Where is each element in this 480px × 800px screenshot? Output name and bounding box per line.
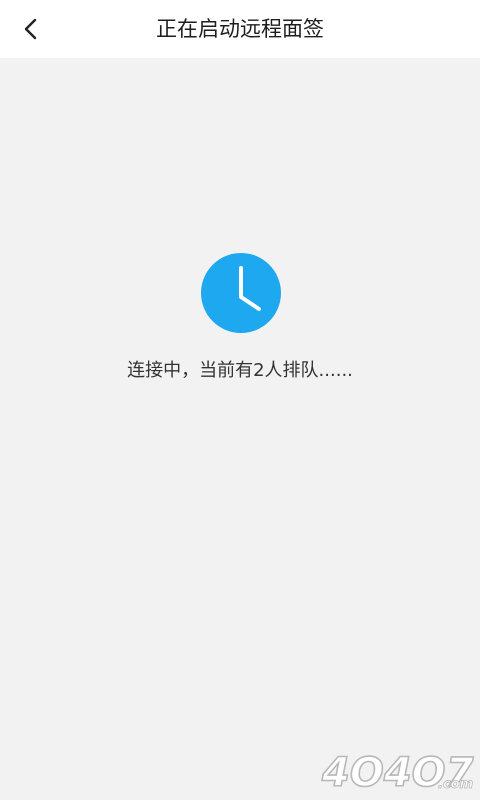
queue-status-text: 连接中，当前有2人排队...... bbox=[127, 360, 353, 381]
top-bar: 正在启动远程面签 bbox=[0, 0, 480, 58]
page-title: 正在启动远程面签 bbox=[156, 17, 324, 41]
main-content: 连接中，当前有2人排队...... bbox=[0, 58, 480, 800]
svg-text:.com: .com bbox=[438, 777, 473, 792]
site-watermark-logo: 4O4O7 .com bbox=[320, 749, 474, 797]
back-button[interactable] bbox=[14, 12, 50, 46]
chevron-left-icon bbox=[24, 18, 37, 40]
clock-icon bbox=[201, 253, 281, 333]
